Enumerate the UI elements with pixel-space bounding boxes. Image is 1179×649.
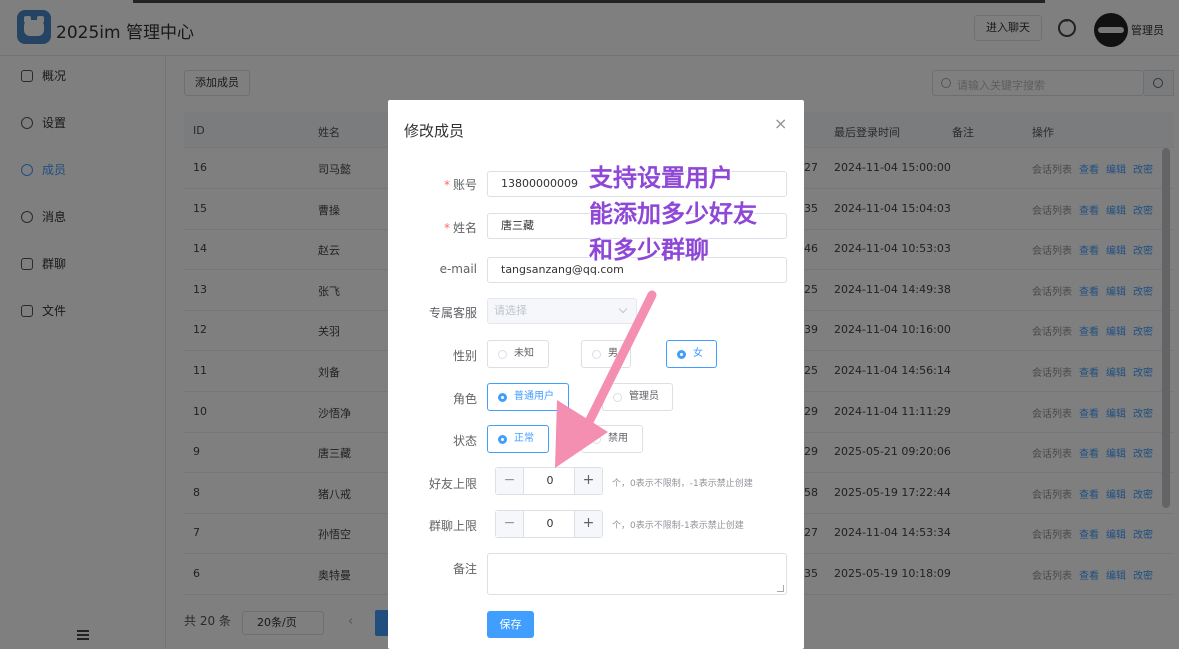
annotation-arrow — [555, 290, 657, 468]
